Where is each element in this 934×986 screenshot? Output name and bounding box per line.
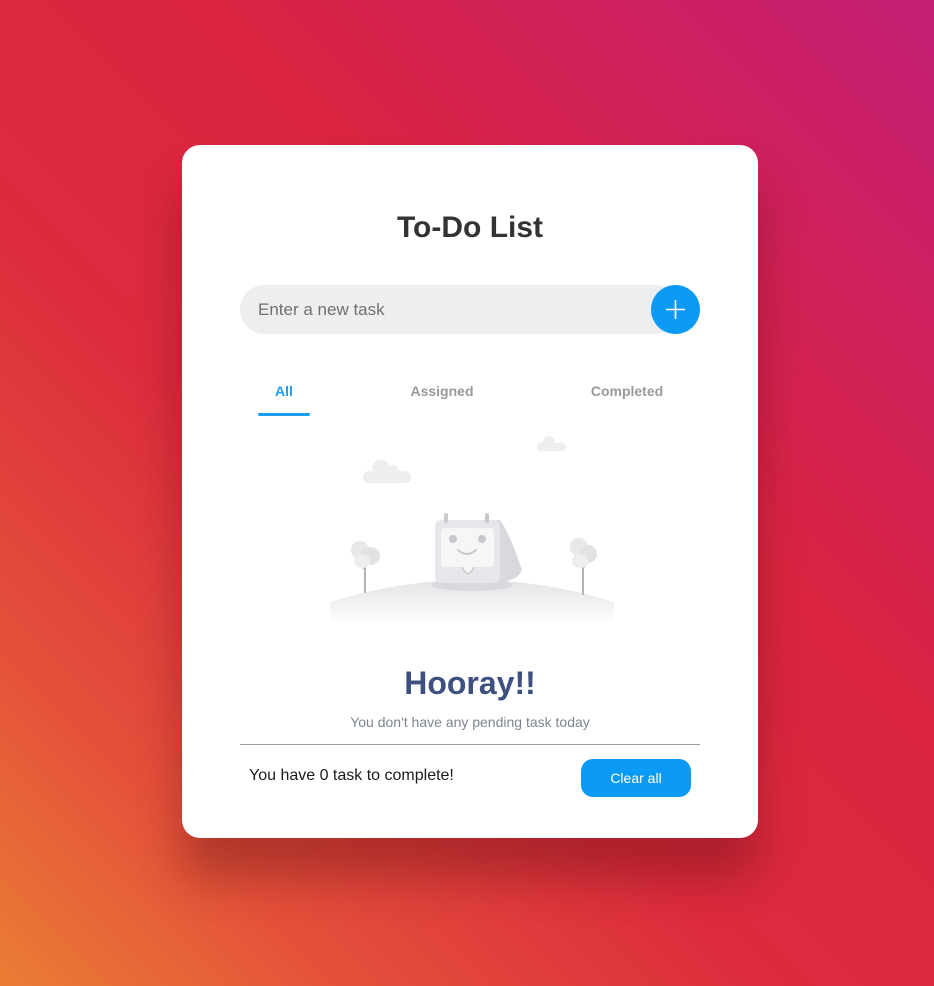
empty-state-illustration [330, 436, 614, 625]
active-tab-indicator [258, 413, 310, 416]
tab-completed[interactable]: Completed [572, 383, 682, 399]
add-task-button[interactable] [651, 285, 700, 334]
cloud-icon [363, 460, 411, 483]
plus-icon [666, 300, 685, 319]
page-title: To-Do List [396, 211, 544, 244]
task-input[interactable] [240, 285, 680, 334]
empty-state-message: You don't have any pending task today [350, 714, 590, 730]
footer-divider [240, 744, 700, 745]
cloud-icon [537, 436, 566, 451]
empty-state-heading: Hooray!! [404, 665, 536, 701]
task-count-text: You have 0 task to complete! [249, 767, 454, 784]
filter-tabs: All Assigned Completed [182, 383, 758, 419]
clear-all-button[interactable]: Clear all [581, 759, 691, 797]
task-input-row [240, 285, 700, 334]
tab-all[interactable]: All [258, 383, 310, 399]
tree-icon [351, 541, 380, 593]
tree-icon [570, 538, 597, 595]
tab-assigned[interactable]: Assigned [392, 383, 492, 399]
todo-card: To-Do List All Assigned Completed [182, 145, 758, 838]
calendar-character-icon [432, 513, 522, 591]
